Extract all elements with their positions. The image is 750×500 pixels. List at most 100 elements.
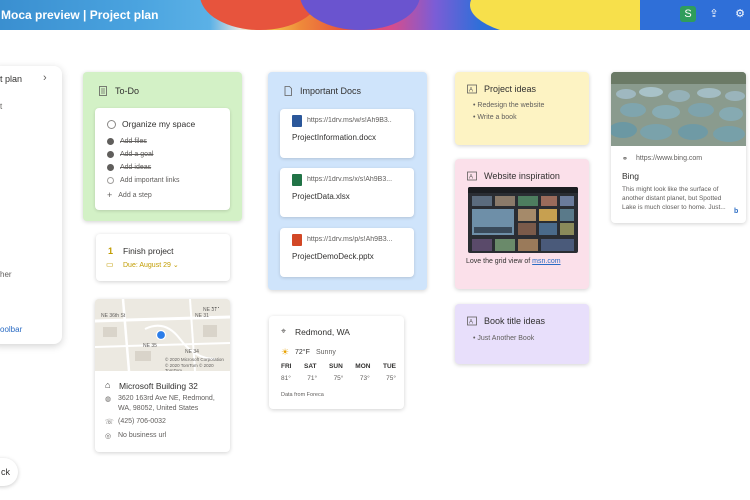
lake-photo — [611, 72, 746, 146]
list-icon — [99, 86, 107, 96]
panel-item[interactable]: t — [0, 102, 2, 111]
map-label: NE 35 — [143, 343, 157, 349]
doc-item[interactable]: https://1drv.ms/p/s!Ah9B3... ProjectDemo… — [280, 228, 414, 277]
doc-item[interactable]: https://1drv.ms/x/s!Ah9B3... ProjectData… — [280, 168, 414, 217]
forecast-day: TUE — [382, 363, 396, 370]
address-line: 3620 163rd Ave NE, Redmond, — [118, 395, 215, 402]
task-card[interactable]: 1 Finish project ▭ Due: August 29 ⌄ — [96, 234, 230, 281]
map-label: NE 34 — [185, 349, 199, 355]
book-ideas-card[interactable]: A Book title ideas • Just Another Book — [455, 304, 589, 364]
weather-card[interactable]: ⌖ Redmond, WA ☀ 72°F Sunny FRI SAT SUN M… — [269, 316, 404, 409]
doc-name: ProjectDemoDeck.pptx — [292, 252, 374, 261]
window-title: Moca preview | Project plan — [1, 8, 159, 22]
spotted-lake-image[interactable] — [611, 72, 746, 146]
forecast-day: SUN — [329, 363, 343, 370]
globe-icon: ◎ — [105, 433, 112, 440]
website-screenshot[interactable] — [468, 187, 578, 253]
todo-card[interactable]: To-Do Organize my space Add files Add a … — [83, 72, 242, 221]
grid-thumbnail — [468, 187, 578, 251]
doc-link[interactable]: https://1drv.ms/x/s!Ah9B3... — [307, 176, 392, 183]
building-icon: ⌂ — [105, 380, 111, 390]
forecast-temp: 75° — [333, 375, 344, 382]
add-step-button[interactable]: + Add a step — [107, 190, 152, 200]
check-done-icon[interactable] — [107, 151, 114, 158]
map-card[interactable]: NE 37 NE 36th St NE 35 NE 34 NE 31 ··· ©… — [95, 299, 230, 452]
back-button[interactable]: ck — [0, 458, 18, 486]
todo-title: To-Do — [115, 86, 140, 96]
bullet-item: • Redesign the website — [473, 102, 545, 109]
todo-item[interactable]: Add ideas — [107, 164, 151, 171]
inspiration-header: A Website inspiration — [467, 171, 560, 181]
weather-condition: Sunny — [316, 349, 336, 356]
panel-item[interactable]: her — [0, 270, 12, 279]
address-line: WA, 98052, United States — [118, 405, 199, 412]
todo-item-label: Add files — [120, 138, 147, 145]
share-icon[interactable]: ⇪ — [706, 6, 722, 22]
ideas-header: A Project ideas — [467, 84, 536, 94]
ideas-card[interactable]: A Project ideas • Redesign the website •… — [455, 72, 589, 145]
map-copyright: © 2020 Microsoft Corporation — [165, 357, 224, 362]
inspiration-card[interactable]: A Website inspiration Love the grid view… — [455, 159, 589, 289]
check-done-icon[interactable] — [107, 164, 114, 171]
skype-button[interactable]: S — [680, 6, 696, 22]
inspiration-caption: Love the grid view of msn.com — [466, 258, 561, 265]
forecast-temps: 81° 71° 75° 73° 75° — [281, 375, 396, 382]
bing-logo: b — [734, 208, 739, 215]
side-panel: t plan › t her oolbar — [0, 66, 62, 344]
chevron-right-icon[interactable]: › — [43, 72, 47, 84]
bing-url[interactable]: https://www.bing.com — [636, 155, 702, 162]
settings-icon[interactable]: ⚙ — [732, 6, 748, 22]
task-title: Finish project — [123, 246, 174, 256]
todo-group[interactable]: Organize my space — [107, 119, 195, 129]
calendar-icon: ▭ — [106, 260, 114, 269]
checkbox-icon[interactable] — [107, 177, 114, 184]
forecast-days: FRI SAT SUN MON TUE — [281, 363, 396, 370]
forecast-temp: 81° — [281, 375, 291, 382]
doc-name: ProjectData.xlsx — [292, 192, 350, 201]
forecast-temp: 71° — [307, 375, 318, 382]
note-icon: A — [467, 171, 477, 181]
bullet-item: • Write a book — [473, 114, 517, 121]
weather-location: Redmond, WA — [295, 327, 350, 337]
forecast-day: MON — [355, 363, 371, 370]
doc-link[interactable]: https://1drv.ms/w/s!Ah9B3... — [307, 117, 392, 124]
inspiration-title: Website inspiration — [484, 171, 560, 181]
todo-item-label: Add ideas — [120, 164, 152, 171]
todo-item-label: Add a goal — [120, 151, 154, 158]
todo-item[interactable]: Add files — [107, 138, 147, 145]
todo-group-label: Organize my space — [122, 119, 196, 129]
todo-item[interactable]: Add important links — [107, 177, 180, 184]
word-file-icon — [292, 115, 302, 127]
svg-text:A: A — [469, 175, 473, 181]
docs-card[interactable]: Important Docs https://1drv.ms/w/s!Ah9B3… — [268, 72, 427, 290]
phone-icon: ☏ — [105, 419, 114, 426]
doc-link[interactable]: https://1drv.ms/p/s!Ah9B3... — [307, 236, 392, 243]
forecast-day: SAT — [304, 363, 317, 370]
checkbox-icon[interactable] — [107, 119, 116, 129]
phone-number[interactable]: (425) 706-0032 — [118, 418, 166, 425]
weather-source[interactable]: Data from Foreca — [281, 392, 324, 398]
note-icon: A — [467, 84, 477, 94]
place-name: Microsoft Building 32 — [119, 381, 198, 391]
docs-header: Important Docs — [283, 86, 361, 96]
panel-title[interactable]: t plan — [0, 74, 22, 84]
forecast-day: FRI — [281, 363, 292, 370]
task-number: 1 — [108, 246, 114, 256]
note-icon: A — [467, 316, 477, 326]
todo-item[interactable]: Add a goal — [107, 151, 153, 158]
map-image[interactable]: NE 37 NE 36th St NE 35 NE 34 NE 31 ··· ©… — [95, 299, 230, 371]
sun-icon: ☀ — [281, 347, 290, 357]
document-icon — [284, 86, 292, 96]
business-url: No business url — [118, 432, 167, 439]
msn-link[interactable]: msn.com — [532, 258, 560, 265]
toolbar-link[interactable]: oolbar — [0, 325, 22, 334]
doc-name: ProjectInformation.docx — [292, 133, 377, 142]
more-icon[interactable]: ··· — [211, 302, 220, 312]
bing-title: Bing — [622, 171, 640, 181]
bing-description: This might look like the surface of anot… — [622, 186, 726, 211]
due-date[interactable]: Due: August 29 ⌄ — [123, 261, 179, 269]
bing-card[interactable]: ⚭ https://www.bing.com Bing This might l… — [611, 72, 746, 223]
link-icon: ⚭ — [622, 156, 628, 163]
check-done-icon[interactable] — [107, 138, 114, 145]
doc-item[interactable]: https://1drv.ms/w/s!Ah9B3... ProjectInfo… — [280, 109, 414, 158]
